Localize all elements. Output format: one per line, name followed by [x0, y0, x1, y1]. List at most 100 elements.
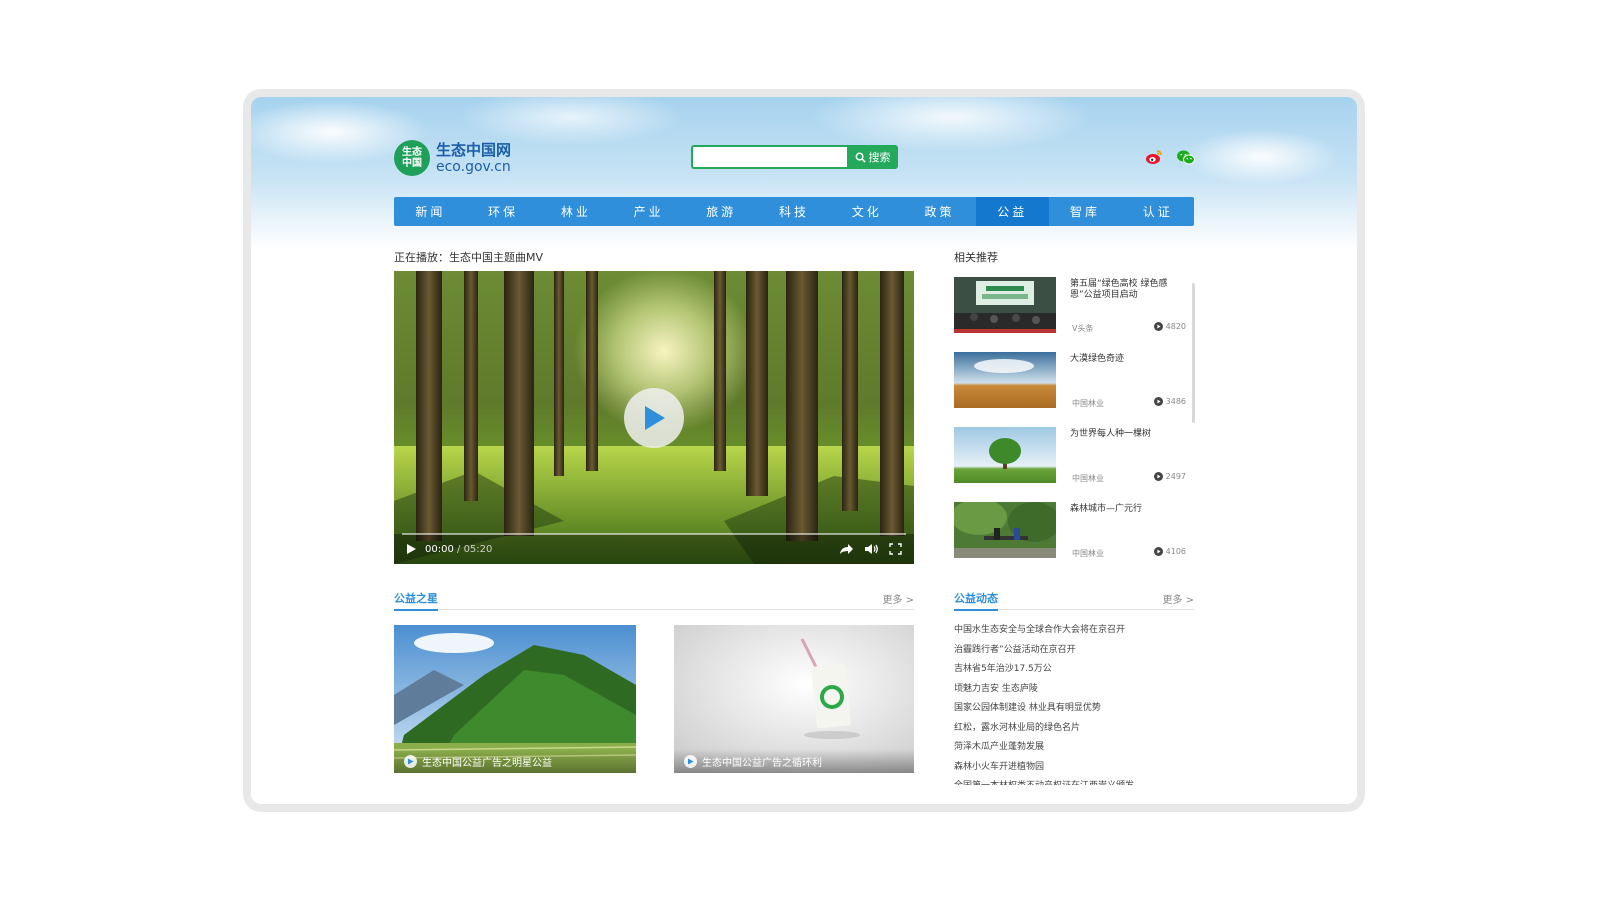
related-item[interactable]: 第五届“绿色高校 绿色感恩”公益项目启动 V头条 4820	[954, 277, 1190, 352]
related-list: 第五届“绿色高校 绿色感恩”公益项目启动 V头条 4820 大漠绿色奇迹 中国林…	[954, 277, 1190, 564]
play-count-icon	[1153, 472, 1163, 481]
news-item[interactable]: 国家公园体制建设 林业具有明显优势	[954, 699, 1194, 719]
logo-cn: 生态中国网	[436, 140, 512, 159]
play-icon-small[interactable]	[406, 543, 417, 555]
related-item-title[interactable]: 第五届“绿色高校 绿色感恩”公益项目启动	[1070, 279, 1190, 301]
related-item-views-count: 4820	[1165, 322, 1186, 331]
logo-badge-text: 生态 中国	[402, 147, 422, 169]
star-card-caption-text: 生态中国公益广告之循环利	[702, 757, 822, 769]
news-section-title: 公益动态	[954, 590, 998, 611]
nav-item-certification[interactable]: 认证	[1121, 197, 1194, 226]
related-item-source: V头条	[1072, 324, 1094, 333]
news-item[interactable]: 菏泽木瓜产业蓬勃发展	[954, 738, 1194, 758]
news-item[interactable]: 吉林省5年治沙17.5万公	[954, 660, 1194, 680]
player-right-controls	[839, 543, 902, 555]
star-card[interactable]: 生态中国公益广告之明星公益	[394, 625, 636, 773]
nav-item-forestry[interactable]: 林业	[539, 197, 612, 226]
related-item-title[interactable]: 为世界每人种一棵树	[1070, 429, 1190, 440]
related-item-views: 2497	[1153, 472, 1186, 481]
star-card-caption: 生态中国公益广告之明星公益	[394, 749, 636, 773]
news-item[interactable]: 全国第一本林权类不动产权证在江西崇义颁发	[954, 777, 1194, 785]
related-item-source: 中国林业	[1072, 474, 1104, 483]
play-button-large[interactable]	[624, 388, 684, 448]
related-info: 为世界每人种一棵树 中国林业 2497	[1070, 427, 1190, 502]
fullscreen-icon[interactable]	[889, 543, 902, 555]
share-icon[interactable]	[839, 543, 854, 555]
related-item-views: 4106	[1153, 547, 1186, 556]
star-card-caption-text: 生态中国公益广告之明星公益	[422, 757, 552, 769]
related-item-views: 4820	[1153, 322, 1186, 331]
video-player[interactable]: 00:00 / 05:20	[394, 271, 914, 564]
play-icon	[645, 406, 665, 430]
related-item-title[interactable]: 森林城市—广元行	[1070, 504, 1190, 515]
site-logo[interactable]: 生态 中国 生态中国网 eco.gov.cn	[394, 140, 511, 176]
related-thumb	[954, 427, 1056, 483]
related-item-title[interactable]: 大漠绿色奇迹	[1070, 354, 1190, 365]
volume-icon[interactable]	[864, 543, 879, 555]
news-item[interactable]: 红松，露水河林业局的绿色名片	[954, 719, 1194, 739]
wechat-icon[interactable]	[1176, 147, 1196, 167]
play-icon	[684, 754, 697, 768]
nav-item-technology[interactable]: 科技	[758, 197, 831, 226]
search-icon	[855, 152, 866, 163]
stars-more-link[interactable]: 更多 >	[882, 591, 914, 606]
play-icon	[404, 754, 417, 768]
play-count-icon	[1153, 547, 1163, 556]
nav-item-think-tank[interactable]: 智库	[1049, 197, 1122, 226]
search-button[interactable]: 搜索	[847, 145, 898, 169]
time-display: 00:00 / 05:20	[425, 544, 492, 555]
nav-item-culture[interactable]: 文化	[830, 197, 903, 226]
related-item-views-count: 4106	[1165, 547, 1186, 556]
related-item-source: 中国林业	[1072, 399, 1104, 408]
logo-en: eco.gov.cn	[436, 158, 511, 175]
related-thumb	[954, 502, 1056, 558]
related-info: 大漠绿色奇迹 中国林业 3486	[1070, 352, 1190, 427]
weibo-icon[interactable]	[1144, 147, 1164, 167]
play-count-icon	[1153, 322, 1163, 331]
star-card[interactable]: 生态中国公益广告之循环利	[674, 625, 914, 773]
nav-item-tourism[interactable]: 旅游	[685, 197, 758, 226]
news-item[interactable]: 顷魅力吉安 生态庐陵	[954, 680, 1194, 700]
related-thumb	[954, 352, 1056, 408]
search-bar: 搜索	[691, 145, 898, 169]
now-playing-label: 正在播放：生态中国主题曲MV	[394, 251, 544, 264]
nav-item-news[interactable]: 新闻	[394, 197, 467, 226]
news-item[interactable]: 森林小火车开进植物园	[954, 758, 1194, 778]
related-title: 相关推荐	[954, 251, 998, 264]
news-item[interactable]: 中国水生态安全与全球合作大会将在京召开	[954, 621, 1194, 641]
related-thumb	[954, 277, 1056, 333]
stars-section-header: 公益之星 更多 >	[394, 590, 914, 611]
stars-section-title: 公益之星	[394, 590, 438, 611]
star-card-caption: 生态中国公益广告之循环利	[674, 749, 914, 773]
related-info: 森林城市—广元行 中国林业 4106	[1070, 502, 1190, 564]
main-nav: 新闻 环保 林业 产业 旅游 科技 文化 政策 公益 智库 认证	[394, 197, 1194, 226]
logo-badge: 生态 中国	[394, 140, 430, 176]
news-more-link[interactable]: 更多 >	[1162, 591, 1194, 606]
related-item-views-count: 2497	[1165, 472, 1186, 481]
nav-item-industry[interactable]: 产业	[612, 197, 685, 226]
search-input[interactable]	[691, 145, 847, 169]
play-count-icon	[1153, 397, 1163, 406]
related-item[interactable]: 为世界每人种一棵树 中国林业 2497	[954, 427, 1190, 502]
time-current: 00:00	[425, 543, 454, 555]
related-item-source: 中国林业	[1072, 549, 1104, 558]
related-item-views-count: 3486	[1165, 397, 1186, 406]
related-scrollbar[interactable]	[1192, 283, 1195, 423]
news-item[interactable]: 治霾践行者”公益活动在京召开	[954, 641, 1194, 661]
browser-frame: 生态 中国 生态中国网 eco.gov.cn 搜索 新闻 环保 林业 产业 旅游…	[243, 89, 1365, 812]
nav-item-public-welfare[interactable]: 公益	[975, 197, 1049, 226]
logo-text: 生态中国网 eco.gov.cn	[436, 140, 512, 175]
search-button-label: 搜索	[868, 151, 891, 164]
page: 生态 中国 生态中国网 eco.gov.cn 搜索 新闻 环保 林业 产业 旅游…	[251, 97, 1357, 804]
nav-item-policy[interactable]: 政策	[903, 197, 976, 226]
news-section-header: 公益动态 更多 >	[954, 590, 1194, 611]
time-total: / 05:20	[457, 543, 493, 555]
related-item-views: 3486	[1153, 397, 1186, 406]
news-list: 中国水生态安全与全球合作大会将在京召开 治霾践行者”公益活动在京召开 吉林省5年…	[954, 621, 1194, 785]
social-links	[1144, 147, 1196, 167]
player-controls: 00:00 / 05:20	[394, 534, 914, 564]
related-item[interactable]: 大漠绿色奇迹 中国林业 3486	[954, 352, 1190, 427]
related-info: 第五届“绿色高校 绿色感恩”公益项目启动 V头条 4820	[1070, 277, 1190, 352]
nav-item-environment[interactable]: 环保	[467, 197, 540, 226]
related-item[interactable]: 森林城市—广元行 中国林业 4106	[954, 502, 1190, 564]
